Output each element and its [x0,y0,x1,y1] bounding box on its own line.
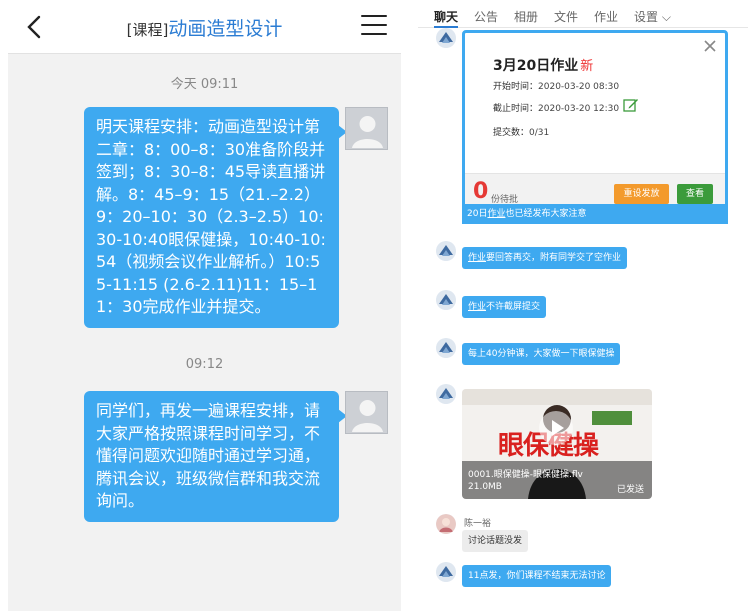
teacher-avatar-icon [436,384,456,404]
hamburger-icon [361,15,387,17]
submit-count-value: 0/31 [529,128,550,138]
menu-button[interactable] [361,15,387,37]
message-bubble[interactable]: 作业不许截屏提交 [462,296,547,318]
course-tag: [课程] [126,21,169,39]
homework-link[interactable]: 作业 [468,302,486,312]
submit-count-label: 提交数： [493,128,530,138]
phone-chat-panel: [课程]动画造型设计 今天 09:11 明天课程安排：动画造型设计第二章：8：0… [8,0,401,611]
timestamp: 今天 09:11 [170,77,239,92]
video-filename: 0001.眼保健操-眼保健操.flv [468,470,583,480]
avatar[interactable] [436,290,456,310]
start-time-value: 2020-03-20 08:30 [538,82,620,92]
homework-card[interactable]: 3月20日作业新 开始时间：2020-03-20 08:30 截止时间：2020… [462,30,728,216]
teacher-avatar-icon [436,290,456,310]
message-bubble[interactable]: 明天课程安排：动画造型设计第二章：8：00–8：30准备阶段并签到；8：30–8… [84,107,347,328]
sent-status: 已发送 [616,485,644,495]
chevron-left-icon [27,15,41,39]
sender-name: 陈一裕 [464,519,492,529]
start-time-label: 开始时间： [493,82,539,92]
avatar[interactable] [436,241,456,261]
web-chat-panel: 聊天 公告 相册 文件 作业 设置 ⌵ 3月20日作业新 开始时间：2020-0… [418,0,748,611]
page-title: [课程]动画造型设计 [68,14,341,41]
timestamp: 09:12 [185,357,224,372]
message-text: 要回答再交，附有同学交了空作业 [486,253,622,263]
back-button[interactable] [22,13,48,41]
note-suffix: 也已经发布大家注意 [505,209,587,219]
chat-header: [课程]动画造型设计 [8,0,401,54]
tab-chat[interactable]: 聊天 [434,8,459,28]
tab-settings[interactable]: 设置 ⌵ [634,8,671,25]
pending-count: 0 [473,179,489,204]
teacher-avatar-icon [436,241,456,261]
teacher-avatar-icon [436,338,456,358]
close-icon[interactable] [703,39,717,53]
new-badge: 新 [580,59,594,74]
end-time-label: 截止时间： [493,104,539,114]
tab-bar: 聊天 公告 相册 文件 作业 设置 ⌵ [418,0,748,28]
homework-title: 3月20日作业新 [493,55,593,75]
message-bubble[interactable]: 同学们，再发一遍课程安排，请大家严格按照课程时间学习，不懂得问题欢迎随时通过学习… [84,391,347,522]
teacher-avatar-icon [436,28,456,48]
avatar[interactable] [436,338,456,358]
course-title: 动画造型设计 [168,18,283,40]
hamburger-icon-bar [361,24,387,26]
homework-title-text: 3月20日作业 [493,58,579,74]
user-avatar-icon [346,392,387,433]
avatar[interactable] [436,28,456,48]
tab-homework[interactable]: 作业 [594,8,618,25]
teacher-avatar-icon [436,562,456,582]
homework-note: 20日作业也已经发布大家注意 [462,204,728,224]
hamburger-icon-bar [361,33,387,35]
play-icon[interactable] [539,411,573,445]
avatar[interactable] [345,391,388,434]
video-size: 21.0MB [468,482,502,492]
message-bubble[interactable]: 讨论话题没发 [462,530,529,552]
student-avatar-icon [436,514,456,534]
tab-album[interactable]: 相册 [514,8,538,25]
tab-announcement[interactable]: 公告 [474,8,498,25]
note-prefix: 20日 [467,209,488,219]
message-bubble[interactable]: 每上40分钟课，大家做一下眼保健操 [462,343,621,365]
message-text: 不许截屏提交 [486,302,541,312]
view-button[interactable]: 查看 [677,184,713,204]
message-bubble[interactable]: 作业要回答再交，附有同学交了空作业 [462,247,628,269]
end-time-row: 截止时间：2020-03-20 12:30 [493,101,619,114]
message-bubble[interactable]: 11点发，你们课程不结束无法讨论 [462,565,612,587]
edit-icon[interactable] [623,97,639,113]
video-message[interactable]: 眼保健操 0001.眼保健操-眼保健操.flv 21.0MB 已发送 [462,389,652,499]
start-time-row: 开始时间：2020-03-20 08:30 [493,79,619,92]
tab-files[interactable]: 文件 [554,8,578,25]
homework-link[interactable]: 作业 [487,209,505,219]
user-avatar-icon [346,108,387,149]
resend-button[interactable]: 重设发放 [614,184,669,204]
homework-link[interactable]: 作业 [468,253,486,263]
submit-count-row: 提交数：0/31 [493,125,549,138]
avatar[interactable] [436,562,456,582]
avatar[interactable] [436,514,456,534]
end-time-value: 2020-03-20 12:30 [538,104,620,114]
avatar[interactable] [345,107,388,150]
avatar[interactable] [436,384,456,404]
